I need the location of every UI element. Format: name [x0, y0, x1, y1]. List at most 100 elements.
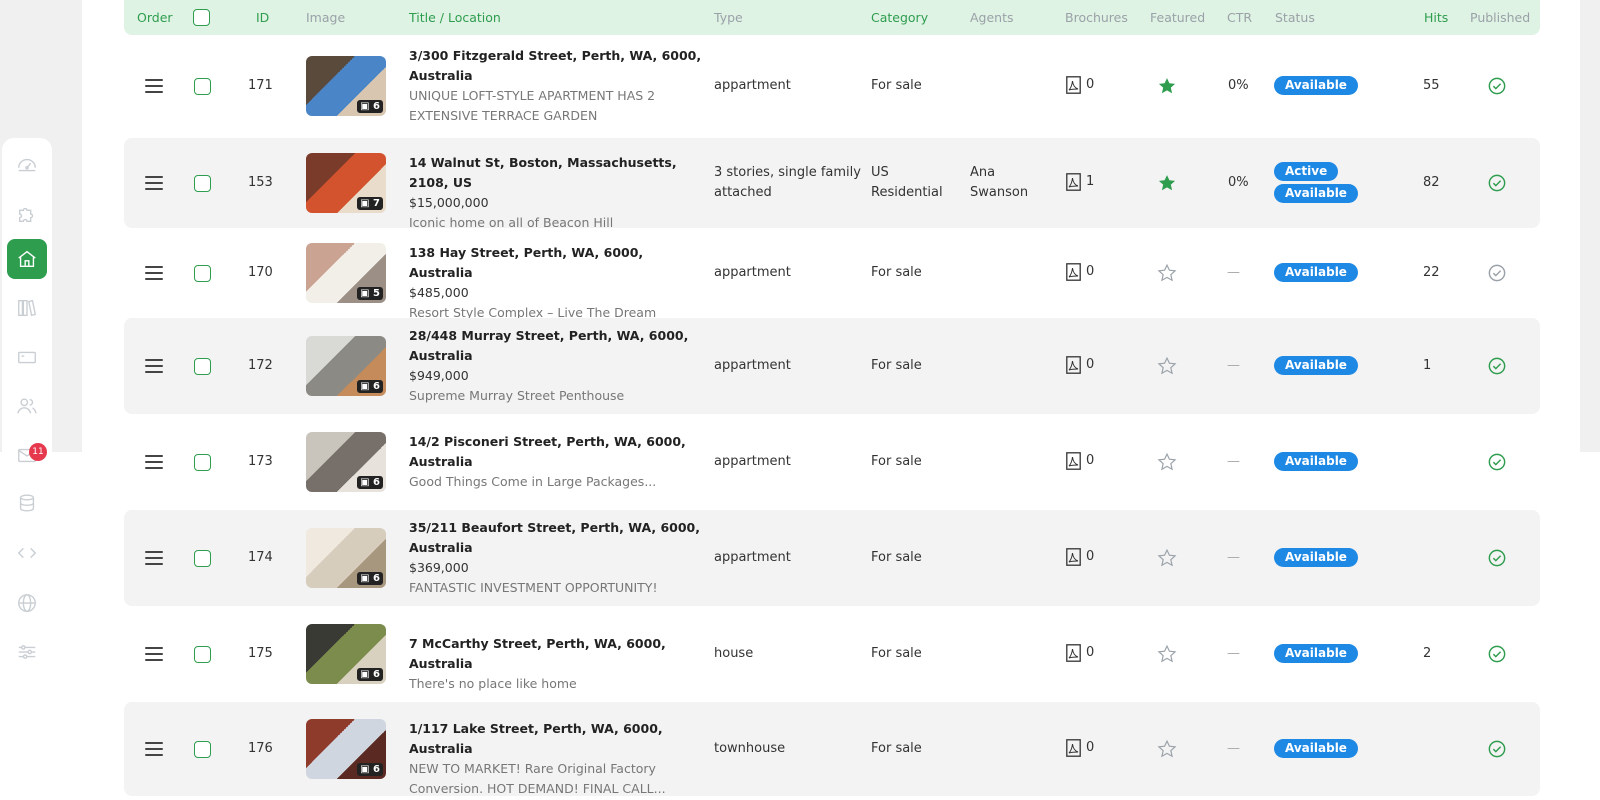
listing-thumbnail[interactable]: ▣ 6 — [306, 528, 386, 588]
drag-handle-icon[interactable] — [145, 79, 163, 93]
listing-category: For sale — [871, 644, 922, 664]
listing-thumbnail[interactable]: ▣ 6 — [306, 336, 386, 396]
header-published[interactable]: Published — [1470, 10, 1530, 25]
ticket-icon[interactable] — [7, 337, 47, 377]
published-check-icon[interactable] — [1488, 174, 1506, 199]
star-outline-icon[interactable] — [1157, 548, 1177, 575]
star-filled-icon[interactable] — [1157, 76, 1177, 103]
brochures-cell[interactable]: 0 — [1066, 262, 1094, 282]
listing-type-line: attached — [714, 185, 772, 200]
star-outline-icon[interactable] — [1157, 739, 1177, 766]
image-count-badge: ▣ 6 — [357, 476, 383, 489]
row-checkbox[interactable] — [194, 265, 211, 282]
listing-title-block: 1/117 Lake Street, Perth, WA, 6000, Aust… — [409, 719, 709, 799]
header-order[interactable]: Order — [137, 10, 173, 25]
drag-handle-icon[interactable] — [145, 742, 163, 756]
drag-handle-icon[interactable] — [145, 359, 163, 373]
published-check-icon[interactable] — [1488, 645, 1506, 670]
brochures-cell[interactable]: 0 — [1066, 547, 1094, 567]
pdf-icon — [1066, 738, 1081, 757]
table-row[interactable]: 176 ▣ 6 1/117 Lake Street, Perth, WA, 6000… — [124, 702, 1540, 796]
brochures-cell[interactable]: 0 — [1066, 355, 1094, 375]
star-outline-icon[interactable] — [1157, 452, 1177, 479]
listing-title-block: 35/211 Beaufort Street, Perth, WA, 6000,… — [409, 518, 709, 598]
published-check-icon[interactable] — [1488, 740, 1506, 765]
table-row[interactable]: 171 ▣ 6 3/300 Fitzgerald Street, Perth, WA… — [124, 36, 1540, 136]
row-checkbox[interactable] — [194, 175, 211, 192]
star-outline-icon[interactable] — [1157, 644, 1177, 671]
status-badge-label: Active — [1274, 162, 1339, 181]
listing-type: appartment — [714, 452, 791, 472]
row-checkbox[interactable] — [194, 454, 211, 471]
table-row[interactable]: 153 ▣ 7 14 Walnut St, Boston, Massachusett… — [124, 138, 1540, 230]
row-checkbox[interactable] — [194, 550, 211, 567]
drag-handle-icon[interactable] — [145, 647, 163, 661]
header-featured[interactable]: Featured — [1150, 10, 1205, 25]
database-icon[interactable] — [7, 483, 47, 523]
drag-handle-icon[interactable] — [145, 266, 163, 280]
status-badge-label: Available — [1274, 75, 1358, 95]
header-hits[interactable]: Hits — [1424, 10, 1448, 25]
listing-type-line: appartment — [714, 550, 791, 565]
brochures-cell[interactable]: 0 — [1066, 643, 1094, 663]
star-outline-icon[interactable] — [1157, 356, 1177, 383]
listing-agents[interactable]: Ana Swanson — [970, 163, 1028, 203]
listing-thumbnail[interactable]: ▣ 6 — [306, 719, 386, 779]
row-id: 174 — [248, 550, 273, 565]
row-checkbox[interactable] — [194, 741, 211, 758]
users-icon[interactable] — [7, 386, 47, 426]
table-row[interactable]: 173 ▣ 6 14/2 Pisconeri Street, Perth, WA, … — [124, 414, 1540, 510]
table-row[interactable]: 170 ▣ 5 138 Hay Street, Perth, WA, 6000, A… — [124, 228, 1540, 320]
listing-thumbnail[interactable]: ▣ 7 — [306, 153, 386, 213]
globe-icon[interactable] — [7, 583, 47, 623]
published-check-icon[interactable] — [1488, 549, 1506, 574]
listing-thumbnail[interactable]: ▣ 6 — [306, 432, 386, 492]
star-filled-icon[interactable] — [1157, 173, 1177, 200]
listing-description: There's no place like home — [409, 676, 577, 691]
ctr-value: — — [1227, 550, 1240, 565]
table-row[interactable]: 175 ▣ 6 7 McCarthy Street, Perth, WA, 6000… — [124, 606, 1540, 702]
status-badge: Available — [1274, 262, 1358, 285]
sliders-icon[interactable] — [7, 632, 47, 672]
listing-category: For sale — [871, 263, 922, 283]
header-id[interactable]: ID — [256, 10, 269, 25]
listing-title-block: 14/2 Pisconeri Street, Perth, WA, 6000, A… — [409, 432, 709, 492]
header-category[interactable]: Category — [871, 10, 928, 25]
published-check-icon[interactable] — [1488, 453, 1506, 478]
listing-price: $15,000,000 — [409, 195, 489, 210]
drag-handle-icon[interactable] — [145, 455, 163, 469]
header-title[interactable]: Title / Location — [409, 10, 501, 25]
select-all-checkbox[interactable] — [193, 9, 210, 26]
row-checkbox[interactable] — [194, 646, 211, 663]
library-icon[interactable] — [7, 288, 47, 328]
published-check-icon[interactable] — [1488, 357, 1506, 382]
listing-type-line: appartment — [714, 454, 791, 469]
brochures-cell[interactable]: 0 — [1066, 738, 1094, 758]
pdf-icon — [1066, 547, 1081, 566]
listing-thumbnail[interactable]: ▣ 6 — [306, 624, 386, 684]
listing-description: Conversion. HOT DEMAND! FINAL CALL... — [409, 781, 666, 796]
listing-thumbnail[interactable]: ▣ 6 — [306, 56, 386, 116]
drag-handle-icon[interactable] — [145, 551, 163, 565]
brochures-cell[interactable]: 1 — [1066, 172, 1094, 192]
table-row[interactable]: 172 ▣ 6 28/448 Murray Street, Perth, WA, 6… — [124, 318, 1540, 414]
agent-name: Swanson — [970, 185, 1029, 200]
listing-title: 138 Hay Street, Perth, WA, 6000, Austral… — [409, 245, 644, 280]
star-outline-icon[interactable] — [1157, 263, 1177, 290]
brochures-cell[interactable]: 0 — [1066, 75, 1094, 95]
brochures-cell[interactable]: 0 — [1066, 451, 1094, 471]
pdf-icon — [1066, 355, 1081, 374]
listing-type: 3 stories, single family attached — [714, 163, 861, 203]
home-icon[interactable] — [7, 239, 47, 279]
code-icon[interactable] — [7, 533, 47, 573]
row-checkbox[interactable] — [194, 78, 211, 95]
table-row[interactable]: 174 ▣ 6 35/211 Beaufort Street, Perth, WA,… — [124, 510, 1540, 606]
dashboard-icon[interactable] — [7, 145, 47, 185]
row-id: 171 — [248, 78, 273, 93]
unpublished-check-icon[interactable] — [1488, 264, 1506, 289]
row-checkbox[interactable] — [194, 358, 211, 375]
puzzle-icon[interactable] — [7, 194, 47, 234]
published-check-icon[interactable] — [1488, 77, 1506, 102]
listing-thumbnail[interactable]: ▣ 5 — [306, 243, 386, 303]
drag-handle-icon[interactable] — [145, 176, 163, 190]
